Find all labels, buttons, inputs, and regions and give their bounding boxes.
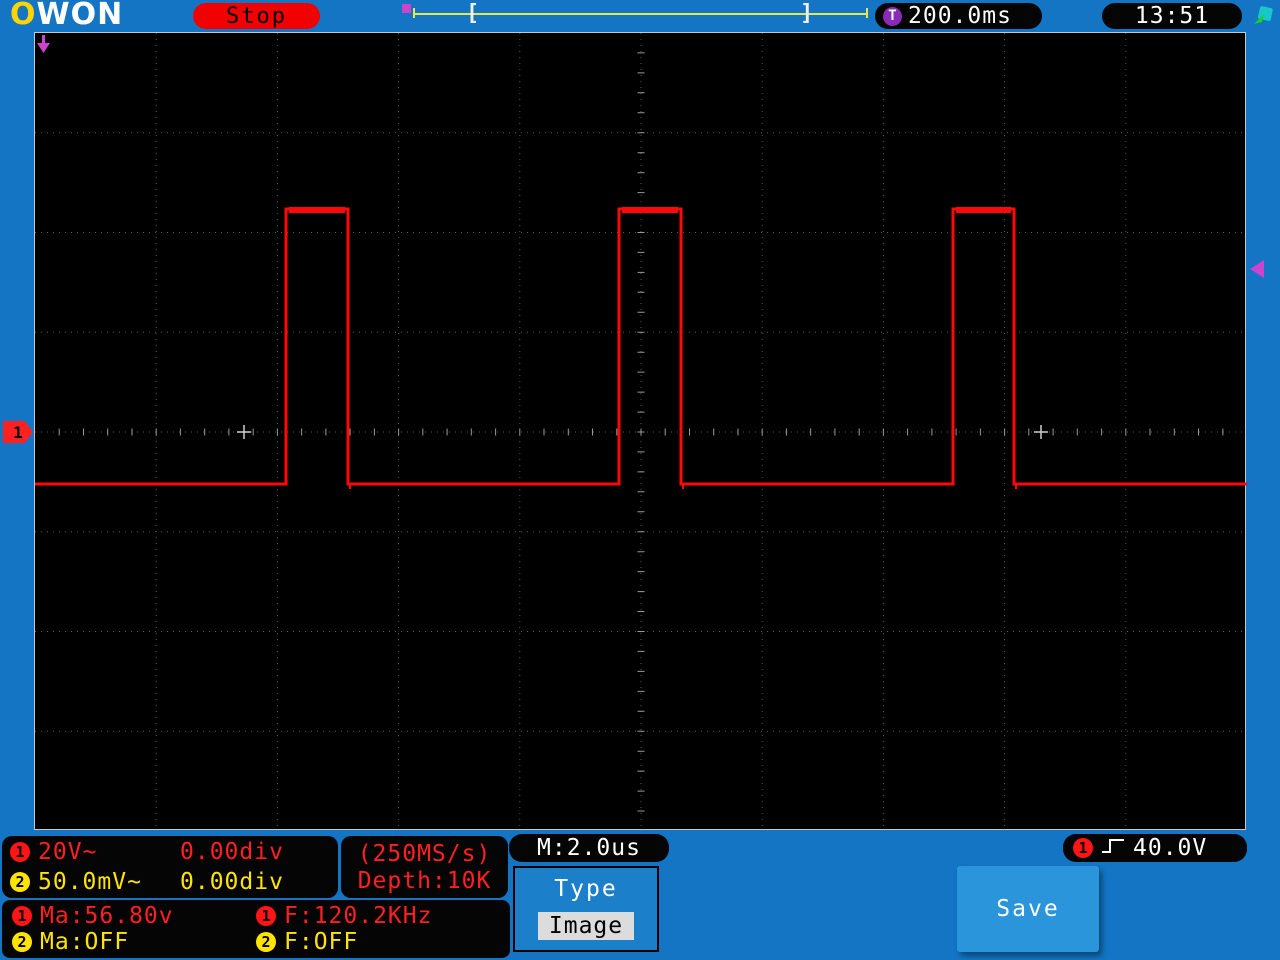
trigger-level-panel: 1 40.0V	[1063, 834, 1247, 862]
ch2-info-row: 2 50.0mV~ 0.00div	[10, 868, 330, 897]
menu-type-button[interactable]: Type Image	[513, 866, 659, 952]
measurement-panel: 1 Ma:56.80v 1 F:120.2KHz 2 Ma:OFF 2 F:OF…	[2, 900, 510, 958]
meas2-value: F:120.2KHz	[284, 903, 433, 929]
storage-status-icon	[1250, 4, 1276, 32]
trigger-hpos-marker[interactable]	[36, 35, 52, 59]
menu-type-value[interactable]: Image	[538, 912, 634, 940]
trigger-time-pill: T 200.0ms	[875, 3, 1042, 29]
clock: 13:51	[1102, 3, 1242, 29]
ch1-info-row: 1 20V~ 0.00div	[10, 838, 330, 867]
meas3-badge-icon: 2	[12, 932, 32, 952]
meas3-value: Ma:OFF	[40, 929, 130, 955]
save-button[interactable]: Save	[957, 866, 1099, 952]
sample-rate: (250MS/s)	[357, 840, 492, 867]
trigger-time-readout: 200.0ms	[908, 3, 1012, 29]
measure-ch1-max: 1 Ma:56.80v	[12, 903, 256, 929]
ch1-offset: 0.00div	[180, 839, 284, 866]
record-start-tick	[413, 8, 415, 18]
record-end-tick	[866, 8, 868, 18]
meas1-badge-icon: 1	[12, 906, 32, 926]
meas4-value: F:OFF	[284, 929, 359, 955]
ch2-badge-icon: 2	[10, 871, 30, 892]
trigger-t-icon: T	[883, 6, 902, 26]
meas2-badge-icon: 1	[256, 906, 276, 926]
menu-type-label: Type	[554, 876, 618, 902]
owon-logo: OWON	[10, 0, 123, 32]
ch2-offset: 0.00div	[180, 868, 284, 895]
window-bracket-left: [	[466, 1, 480, 26]
ch1-position-marker[interactable]: 1	[3, 421, 33, 443]
graticule-waveform-svg	[35, 33, 1247, 831]
ch2-scale: 50.0mV~	[38, 868, 142, 895]
logo-rest: WON	[36, 0, 124, 32]
trigger-source-badge-icon: 1	[1073, 838, 1093, 858]
meas4-badge-icon: 2	[256, 932, 276, 952]
logo-o: O	[10, 0, 37, 32]
window-bracket-right: ]	[800, 1, 814, 26]
ch1-scale: 20V~	[38, 839, 98, 866]
oscilloscope-screen: OWON Stop [ ] T 200.0ms 13:51 1 1 20V~ 0…	[0, 0, 1280, 960]
acquisition-panel: (250MS/s) Depth:10K	[341, 836, 508, 898]
run-state-badge[interactable]: Stop	[193, 3, 320, 29]
trigger-level-marker[interactable]	[1250, 260, 1264, 278]
trigger-hposition-icon[interactable]	[402, 4, 411, 13]
meas1-value: Ma:56.80v	[40, 903, 174, 929]
timebase-readout: M:2.0us	[509, 834, 669, 862]
ch1-badge-icon: 1	[10, 842, 30, 863]
measure-ch2-max: 2 Ma:OFF	[12, 929, 256, 955]
waveform-display	[34, 32, 1247, 831]
channel-info-panel: 1 20V~ 0.00div 2 50.0mV~ 0.00div	[2, 836, 338, 898]
measure-ch1-freq: 1 F:120.2KHz	[256, 903, 500, 929]
memory-depth: Depth:10K	[357, 867, 492, 894]
trigger-level-readout: 40.0V	[1133, 835, 1208, 861]
rising-edge-icon	[1100, 836, 1126, 860]
measure-ch2-freq: 2 F:OFF	[256, 929, 500, 955]
